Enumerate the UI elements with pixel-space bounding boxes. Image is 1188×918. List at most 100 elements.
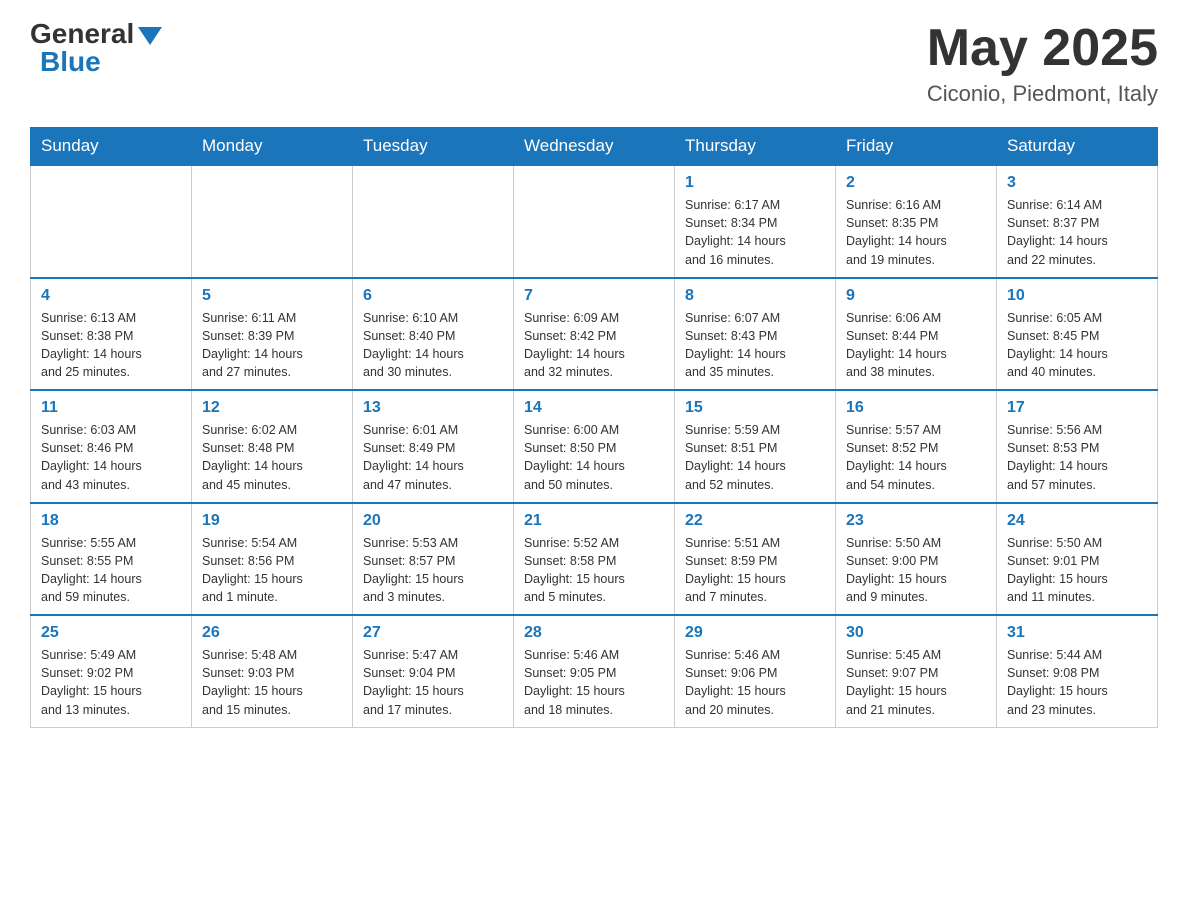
calendar-cell: 1 Sunrise: 6:17 AM Sunset: 8:34 PM Daylig… <box>675 165 836 278</box>
calendar-cell: 23Sunrise: 5:50 AM Sunset: 9:00 PM Dayli… <box>836 503 997 616</box>
col-header-sunday: Sunday <box>31 128 192 166</box>
day-number: 13 <box>363 399 503 417</box>
day-number: 26 <box>202 624 342 642</box>
day-number: 14 <box>524 399 664 417</box>
day-info: Sunrise: 6:06 AM Sunset: 8:44 PM Dayligh… <box>846 309 986 382</box>
calendar-cell: 31Sunrise: 5:44 AM Sunset: 9:08 PM Dayli… <box>997 615 1158 727</box>
calendar-cell: 4Sunrise: 6:13 AM Sunset: 8:38 PM Daylig… <box>31 278 192 391</box>
calendar-header-row: SundayMondayTuesdayWednesdayThursdayFrid… <box>31 128 1158 166</box>
day-info: Sunrise: 5:50 AM Sunset: 9:01 PM Dayligh… <box>1007 534 1147 607</box>
day-info: Sunrise: 6:05 AM Sunset: 8:45 PM Dayligh… <box>1007 309 1147 382</box>
day-info: Sunrise: 6:07 AM Sunset: 8:43 PM Dayligh… <box>685 309 825 382</box>
calendar-cell: 9 Sunrise: 6:06 AM Sunset: 8:44 PM Daylig… <box>836 278 997 391</box>
day-info: Sunrise: 5:56 AM Sunset: 8:53 PM Dayligh… <box>1007 421 1147 494</box>
calendar-cell: 18 Sunrise: 5:55 AM Sunset: 8:55 PM Dayli… <box>31 503 192 616</box>
calendar-cell: 2 Sunrise: 6:16 AM Sunset: 8:35 PM Daylig… <box>836 165 997 278</box>
calendar-cell: 22 Sunrise: 5:51 AM Sunset: 8:59 PM Dayli… <box>675 503 836 616</box>
day-number: 2 <box>846 174 986 192</box>
day-info: Sunrise: 5:51 AM Sunset: 8:59 PM Dayligh… <box>685 534 825 607</box>
logo-blue-text: Blue <box>40 48 101 76</box>
logo: General Blue <box>30 20 162 76</box>
week-row-4: 18 Sunrise: 5:55 AM Sunset: 8:55 PM Dayli… <box>31 503 1158 616</box>
day-number: 6 <box>363 287 503 305</box>
week-row-3: 11Sunrise: 6:03 AM Sunset: 8:46 PM Dayli… <box>31 390 1158 503</box>
calendar-cell <box>192 165 353 278</box>
day-info: Sunrise: 5:45 AM Sunset: 9:07 PM Dayligh… <box>846 646 986 719</box>
calendar-cell: 5 Sunrise: 6:11 AM Sunset: 8:39 PM Daylig… <box>192 278 353 391</box>
calendar-cell <box>514 165 675 278</box>
day-info: Sunrise: 6:00 AM Sunset: 8:50 PM Dayligh… <box>524 421 664 494</box>
day-number: 1 <box>685 174 825 192</box>
col-header-wednesday: Wednesday <box>514 128 675 166</box>
day-number: 22 <box>685 512 825 530</box>
calendar-cell <box>353 165 514 278</box>
day-info: Sunrise: 6:03 AM Sunset: 8:46 PM Dayligh… <box>41 421 181 494</box>
day-number: 27 <box>363 624 503 642</box>
calendar-cell: 10 Sunrise: 6:05 AM Sunset: 8:45 PM Dayli… <box>997 278 1158 391</box>
day-number: 9 <box>846 287 986 305</box>
calendar-cell: 15Sunrise: 5:59 AM Sunset: 8:51 PM Dayli… <box>675 390 836 503</box>
calendar-cell: 8Sunrise: 6:07 AM Sunset: 8:43 PM Daylig… <box>675 278 836 391</box>
calendar-cell: 12Sunrise: 6:02 AM Sunset: 8:48 PM Dayli… <box>192 390 353 503</box>
col-header-tuesday: Tuesday <box>353 128 514 166</box>
calendar-cell <box>31 165 192 278</box>
day-info: Sunrise: 5:50 AM Sunset: 9:00 PM Dayligh… <box>846 534 986 607</box>
day-info: Sunrise: 5:52 AM Sunset: 8:58 PM Dayligh… <box>524 534 664 607</box>
day-info: Sunrise: 5:46 AM Sunset: 9:05 PM Dayligh… <box>524 646 664 719</box>
day-info: Sunrise: 5:48 AM Sunset: 9:03 PM Dayligh… <box>202 646 342 719</box>
calendar-cell: 20 Sunrise: 5:53 AM Sunset: 8:57 PM Dayli… <box>353 503 514 616</box>
day-number: 20 <box>363 512 503 530</box>
day-number: 7 <box>524 287 664 305</box>
day-info: Sunrise: 6:11 AM Sunset: 8:39 PM Dayligh… <box>202 309 342 382</box>
logo-general-text: General <box>30 20 134 48</box>
day-number: 31 <box>1007 624 1147 642</box>
day-info: Sunrise: 6:17 AM Sunset: 8:34 PM Dayligh… <box>685 196 825 269</box>
day-number: 18 <box>41 512 181 530</box>
day-info: Sunrise: 5:54 AM Sunset: 8:56 PM Dayligh… <box>202 534 342 607</box>
calendar-cell: 16 Sunrise: 5:57 AM Sunset: 8:52 PM Dayli… <box>836 390 997 503</box>
day-number: 17 <box>1007 399 1147 417</box>
week-row-5: 25Sunrise: 5:49 AM Sunset: 9:02 PM Dayli… <box>31 615 1158 727</box>
calendar-cell: 17 Sunrise: 5:56 AM Sunset: 8:53 PM Dayli… <box>997 390 1158 503</box>
day-number: 3 <box>1007 174 1147 192</box>
calendar-cell: 21 Sunrise: 5:52 AM Sunset: 8:58 PM Dayli… <box>514 503 675 616</box>
calendar-cell: 27 Sunrise: 5:47 AM Sunset: 9:04 PM Dayli… <box>353 615 514 727</box>
calendar-cell: 30Sunrise: 5:45 AM Sunset: 9:07 PM Dayli… <box>836 615 997 727</box>
day-number: 16 <box>846 399 986 417</box>
day-number: 28 <box>524 624 664 642</box>
day-info: Sunrise: 6:16 AM Sunset: 8:35 PM Dayligh… <box>846 196 986 269</box>
day-info: Sunrise: 5:55 AM Sunset: 8:55 PM Dayligh… <box>41 534 181 607</box>
day-info: Sunrise: 6:10 AM Sunset: 8:40 PM Dayligh… <box>363 309 503 382</box>
calendar-cell: 6 Sunrise: 6:10 AM Sunset: 8:40 PM Daylig… <box>353 278 514 391</box>
day-number: 10 <box>1007 287 1147 305</box>
day-info: Sunrise: 6:01 AM Sunset: 8:49 PM Dayligh… <box>363 421 503 494</box>
day-info: Sunrise: 5:53 AM Sunset: 8:57 PM Dayligh… <box>363 534 503 607</box>
title-block: May 2025 Ciconio, Piedmont, Italy <box>927 20 1158 107</box>
day-number: 15 <box>685 399 825 417</box>
day-info: Sunrise: 6:14 AM Sunset: 8:37 PM Dayligh… <box>1007 196 1147 269</box>
month-title: May 2025 <box>927 20 1158 77</box>
week-row-2: 4Sunrise: 6:13 AM Sunset: 8:38 PM Daylig… <box>31 278 1158 391</box>
day-info: Sunrise: 5:57 AM Sunset: 8:52 PM Dayligh… <box>846 421 986 494</box>
location-text: Ciconio, Piedmont, Italy <box>927 81 1158 107</box>
col-header-monday: Monday <box>192 128 353 166</box>
col-header-saturday: Saturday <box>997 128 1158 166</box>
day-number: 25 <box>41 624 181 642</box>
day-info: Sunrise: 5:46 AM Sunset: 9:06 PM Dayligh… <box>685 646 825 719</box>
week-row-1: 1 Sunrise: 6:17 AM Sunset: 8:34 PM Daylig… <box>31 165 1158 278</box>
day-info: Sunrise: 5:47 AM Sunset: 9:04 PM Dayligh… <box>363 646 503 719</box>
calendar-table: SundayMondayTuesdayWednesdayThursdayFrid… <box>30 127 1158 728</box>
col-header-friday: Friday <box>836 128 997 166</box>
calendar-cell: 29Sunrise: 5:46 AM Sunset: 9:06 PM Dayli… <box>675 615 836 727</box>
day-number: 5 <box>202 287 342 305</box>
calendar-cell: 19Sunrise: 5:54 AM Sunset: 8:56 PM Dayli… <box>192 503 353 616</box>
calendar-cell: 11Sunrise: 6:03 AM Sunset: 8:46 PM Dayli… <box>31 390 192 503</box>
day-number: 21 <box>524 512 664 530</box>
calendar-cell: 13 Sunrise: 6:01 AM Sunset: 8:49 PM Dayli… <box>353 390 514 503</box>
page-header: General Blue May 2025 Ciconio, Piedmont,… <box>30 20 1158 107</box>
calendar-cell: 14 Sunrise: 6:00 AM Sunset: 8:50 PM Dayli… <box>514 390 675 503</box>
day-info: Sunrise: 6:13 AM Sunset: 8:38 PM Dayligh… <box>41 309 181 382</box>
day-number: 12 <box>202 399 342 417</box>
day-number: 24 <box>1007 512 1147 530</box>
col-header-thursday: Thursday <box>675 128 836 166</box>
